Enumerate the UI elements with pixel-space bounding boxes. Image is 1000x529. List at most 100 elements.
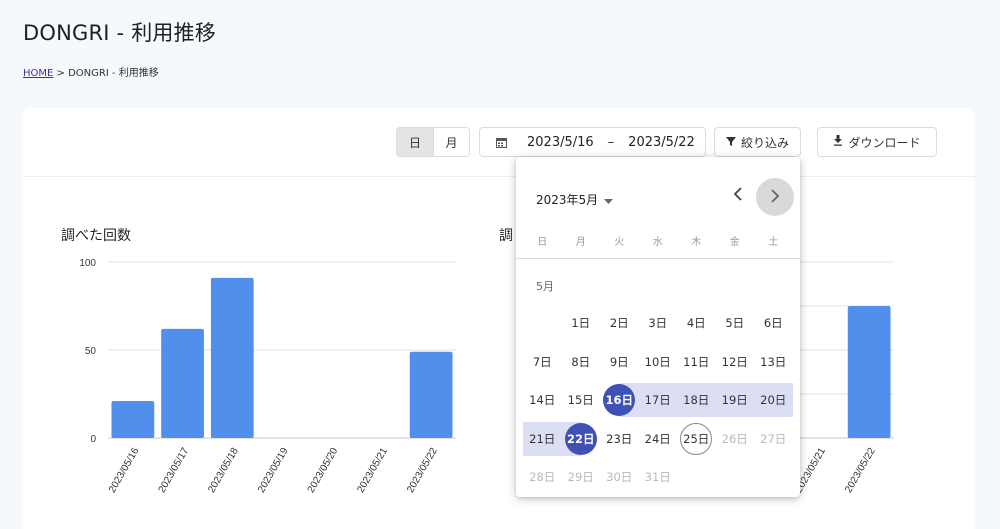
page-title: DONGRI - 利用推移 bbox=[23, 21, 216, 45]
calendar-icon bbox=[496, 137, 507, 148]
prev-month-button[interactable] bbox=[724, 181, 752, 209]
calendar-day-in-range[interactable]: 19日 bbox=[715, 383, 754, 418]
filter-button[interactable]: 絞り込み bbox=[714, 127, 801, 157]
calendar-day[interactable]: 6日 bbox=[754, 306, 793, 340]
chevron-right-icon bbox=[770, 187, 780, 208]
x-tick-label: 2023/05/21 bbox=[355, 446, 390, 495]
weekday-label: 火 bbox=[614, 237, 625, 248]
x-tick-label: 2023/05/17 bbox=[157, 446, 192, 495]
bar bbox=[409, 351, 453, 438]
download-label: ダウンロード bbox=[848, 135, 921, 150]
calendar-day-in-range[interactable]: 18日 bbox=[677, 383, 716, 418]
weekday-divider bbox=[516, 258, 800, 259]
calendar-week: 14日 15日 16日 17日 18日 19日 20日 bbox=[523, 381, 793, 420]
weekday-label: 水 bbox=[652, 237, 663, 248]
calendar-day[interactable]: 23日 bbox=[600, 422, 639, 456]
calendar-week: 7日 8日 9日 10日 11日 12日 13日 bbox=[523, 343, 793, 382]
breadcrumb-separator: > bbox=[56, 68, 65, 79]
date-picker-popup: 2023年5月 日 月 火 水 木 金 土 5月 1日 2日 3日 4日 5日 … bbox=[516, 157, 800, 497]
calendar-day[interactable]: 24日 bbox=[639, 422, 678, 456]
calendar-day[interactable]: 5日 bbox=[716, 306, 755, 340]
x-tick-label: 2023/05/22 bbox=[405, 446, 440, 495]
today-marker: 25日 bbox=[680, 422, 713, 455]
range-start-marker: 16日 bbox=[603, 384, 636, 417]
chart-searches: 0 50 100 2023/05/16 2023/05/17 2023/05/18 2023… bbox=[79, 258, 456, 495]
calendar-week: 1日 2日 3日 4日 5日 6日 bbox=[523, 304, 793, 343]
weekday-header: 日 月 火 水 木 金 土 bbox=[523, 233, 793, 248]
calendar-day[interactable]: 2日 bbox=[600, 306, 639, 340]
calendar-day-range-start[interactable]: 16日 bbox=[600, 383, 639, 418]
range-end-marker: 22日 bbox=[564, 422, 597, 455]
view-toggle-month[interactable]: 月 bbox=[433, 128, 469, 156]
x-tick-label: 2023/05/22 bbox=[843, 446, 878, 495]
bar bbox=[847, 306, 891, 438]
card-divider bbox=[23, 176, 975, 177]
calendar-day[interactable]: 10日 bbox=[639, 345, 678, 379]
calendar-day[interactable]: 8日 bbox=[562, 345, 601, 379]
y-tick-label: 100 bbox=[79, 258, 96, 269]
calendar-day-empty bbox=[677, 460, 716, 494]
download-icon bbox=[833, 135, 843, 149]
calendar-day-in-range[interactable]: 20日 bbox=[754, 383, 793, 418]
x-tick-label: 2023/05/19 bbox=[256, 446, 291, 495]
view-toggle-day[interactable]: 日 bbox=[397, 128, 433, 156]
calendar-day[interactable]: 9日 bbox=[600, 345, 639, 379]
calendar-day-in-range[interactable]: 17日 bbox=[638, 383, 677, 418]
bar bbox=[111, 401, 155, 438]
calendar-week: 28日 29日 30日 31日 bbox=[523, 458, 793, 497]
calendar-day-in-range[interactable]: 21日 bbox=[523, 421, 562, 456]
calendar-day[interactable]: 14日 bbox=[523, 383, 562, 417]
calendar-day[interactable]: 15日 bbox=[562, 383, 601, 417]
calendar-day-disabled: 28日 bbox=[529, 470, 556, 485]
weekday-label: 木 bbox=[691, 237, 702, 248]
breadcrumb: HOME > DONGRI - 利用推移 bbox=[23, 64, 159, 79]
y-tick-label: 0 bbox=[90, 434, 96, 445]
calendar-day-today[interactable]: 25日 bbox=[677, 422, 716, 456]
date-range-separator: – bbox=[607, 134, 615, 150]
date-range-end: 2023/5/22 bbox=[628, 134, 695, 150]
calendar-day[interactable]: 1日 bbox=[562, 306, 601, 340]
bar bbox=[161, 328, 204, 438]
caret-down-icon bbox=[604, 193, 614, 207]
calendar-day[interactable]: 11日 bbox=[677, 345, 716, 379]
bar bbox=[210, 277, 254, 438]
download-button[interactable]: ダウンロード bbox=[817, 127, 937, 157]
calendar-day[interactable]: 4日 bbox=[677, 306, 716, 340]
chart-title-searches: 調べた回数 bbox=[61, 228, 131, 244]
x-tick-label: 2023/05/16 bbox=[107, 446, 142, 495]
view-toggle: 日 月 bbox=[396, 127, 470, 157]
calendar-day-empty bbox=[754, 460, 793, 494]
calendar-day-empty bbox=[523, 306, 562, 340]
chevron-left-icon bbox=[733, 185, 743, 206]
calendar-day[interactable]: 3日 bbox=[639, 306, 678, 340]
weekday-label: 土 bbox=[768, 237, 779, 248]
calendar-day[interactable]: 13日 bbox=[754, 345, 793, 379]
filter-icon bbox=[725, 135, 736, 149]
date-range-start: 2023/5/16 bbox=[527, 134, 594, 150]
calendar-day-disabled: 29日 bbox=[567, 470, 594, 485]
chart-title-second: 調 bbox=[499, 228, 513, 244]
calendar-day[interactable]: 7日 bbox=[523, 345, 562, 379]
calendar-week: 21日 22日 23日 24日 25日 26日 27日 bbox=[523, 420, 793, 459]
month-year-selector[interactable]: 2023年5月 bbox=[536, 191, 614, 208]
breadcrumb-current: DONGRI - 利用推移 bbox=[68, 68, 159, 79]
x-tick-label: 2023/05/18 bbox=[206, 446, 241, 495]
breadcrumb-home-link[interactable]: HOME bbox=[23, 68, 53, 79]
calendar-days: 1日 2日 3日 4日 5日 6日 7日 8日 9日 10日 11日 12日 1… bbox=[523, 304, 793, 497]
weekday-label: 月 bbox=[575, 237, 586, 248]
calendar-day-disabled: 31日 bbox=[644, 470, 671, 485]
calendar-day-empty bbox=[716, 460, 755, 494]
calendar-day-disabled: 26日 bbox=[721, 431, 748, 446]
calendar-month-label: 5月 bbox=[536, 280, 554, 293]
calendar-day-disabled: 30日 bbox=[606, 470, 633, 485]
date-range-picker[interactable]: 2023/5/16 – 2023/5/22 bbox=[479, 127, 706, 157]
weekday-label: 日 bbox=[537, 237, 548, 248]
calendar-day-range-end[interactable]: 22日 bbox=[561, 421, 600, 456]
x-tick-label: 2023/05/20 bbox=[306, 446, 341, 495]
calendar-day-disabled: 27日 bbox=[760, 431, 787, 446]
calendar-day[interactable]: 12日 bbox=[716, 345, 755, 379]
next-month-button[interactable] bbox=[756, 178, 794, 216]
weekday-label: 金 bbox=[729, 237, 740, 248]
y-tick-label: 50 bbox=[85, 346, 97, 357]
filter-label: 絞り込み bbox=[740, 135, 789, 150]
